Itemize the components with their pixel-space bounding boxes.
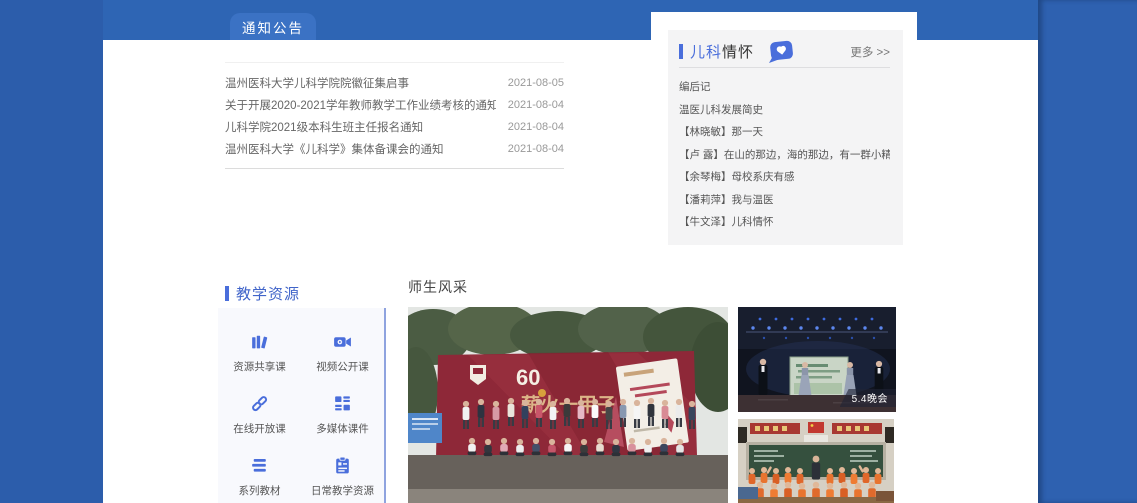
notice-title[interactable]: 温州医科大学《儿科学》集体备课会的通知 [225,141,444,157]
group-photo-image: 60 薪火一甲子 [408,307,728,503]
resource-multimedia-courseware[interactable]: 多媒体课件 [301,387,384,449]
pediatric-sentiment-header: 儿科情怀 更多 >> [679,30,890,68]
notice-row[interactable]: 温州医科大学儿科学院院徽征集启事 2021-08-05 [225,72,564,94]
more-link[interactable]: 更多 >> [850,44,890,60]
pediatric-sentiment-panel: 儿科情怀 更多 >> 编后记 温医儿科发展简史 【林晓敏】那一天 【卢 露】在山… [668,30,903,245]
resource-daily-teaching[interactable]: 日常教学资源 [301,449,384,503]
sentiment-item[interactable]: 【牛文泽】儿科情怀 [679,211,890,234]
sentiment-item[interactable]: 温医儿科发展简史 [679,99,890,122]
sentiment-item[interactable]: 【余琴梅】母校系庆有感 [679,166,890,189]
notice-row[interactable]: 温州医科大学《儿科学》集体备课会的通知 2021-08-04 [225,138,564,160]
pediatrics-college-page: 通知公告 温州医科大学儿科学院院徽征集启事 2021-08-05 关于开展202… [0,0,1137,503]
gallery-title: 师生风采 [408,277,468,297]
video-camera-icon [332,331,353,352]
group-photo[interactable]: 60 薪火一甲子 [408,307,728,503]
pediatric-sentiment-list: 编后记 温医儿科发展简史 【林晓敏】那一天 【卢 露】在山的那边，海的那边，有一… [668,68,903,234]
resource-label: 系列教材 [239,483,281,498]
clipboard-icon [332,455,353,476]
resource-label: 日常教学资源 [311,483,374,498]
teaching-resources-header: 教学资源 [225,283,300,304]
accent-bar [679,44,683,59]
resource-open-video-course[interactable]: 视频公开课 [301,325,384,387]
teaching-resources-title: 教学资源 [236,283,300,304]
notice-row[interactable]: 关于开展2020-2021学年教师教学工作业绩考核的通知 2021-08-04 [225,94,564,116]
left-blue-column [0,0,103,503]
resource-shared-course[interactable]: 资源共享课 [218,325,301,387]
sentiment-item[interactable]: 【潘莉萍】我与温医 [679,189,890,212]
pediatric-sentiment-card: 儿科情怀 更多 >> 编后记 温医儿科发展简史 【林晓敏】那一天 【卢 露】在山… [651,12,917,253]
teaching-resources-panel: 资源共享课 视频公开课 在线开放课 [218,308,384,503]
books-icon [249,331,270,352]
classroom-photo[interactable] [738,419,894,503]
tab-notice-announcements[interactable]: 通知公告 [230,13,316,40]
notice-list: 温州医科大学儿科学院院徽征集启事 2021-08-05 关于开展2020-202… [225,62,564,169]
resource-label: 多媒体课件 [316,421,369,436]
notice-row[interactable]: 儿科学院2021级本科生班主任报名通知 2021-08-04 [225,116,564,138]
resource-label: 在线开放课 [233,421,286,436]
accent-bar [225,286,229,301]
notice-title[interactable]: 儿科学院2021级本科生班主任报名通知 [225,119,423,135]
resource-label: 资源共享课 [233,359,286,374]
pediatric-sentiment-title: 儿科情怀 [690,41,754,62]
notice-title[interactable]: 温州医科大学儿科学院院徽征集启事 [225,75,409,91]
chain-link-icon [249,393,270,414]
anniversary-logo-text: 60 [516,365,540,390]
notice-date: 2021-08-04 [508,121,564,133]
right-blue-column [1038,0,1137,503]
list-bars-icon [249,455,270,476]
stage-photo[interactable]: 5.4晚会 [738,307,896,412]
heart-bubble-icon [767,40,794,64]
title-highlight: 儿科 [690,44,722,61]
resource-label: 视频公开课 [316,359,369,374]
resource-textbook-series[interactable]: 系列教材 [218,449,301,503]
notice-date: 2021-08-05 [508,77,564,89]
notice-date: 2021-08-04 [508,143,564,155]
notice-title[interactable]: 关于开展2020-2021学年教师教学工作业绩考核的通知 [225,97,496,113]
classroom-photo-image [738,419,894,503]
title-rest: 情怀 [722,44,754,61]
blocks-icon [332,393,353,414]
sentiment-item[interactable]: 【卢 露】在山的那边，海的那边，有一群小精灵 [679,144,890,167]
vertical-divider [384,308,386,503]
resource-online-open-course[interactable]: 在线开放课 [218,387,301,449]
stage-photo-caption: 5.4晚会 [840,389,896,407]
sentiment-item[interactable]: 编后记 [679,76,890,99]
sentiment-item[interactable]: 【林晓敏】那一天 [679,121,890,144]
notice-date: 2021-08-04 [508,99,564,111]
